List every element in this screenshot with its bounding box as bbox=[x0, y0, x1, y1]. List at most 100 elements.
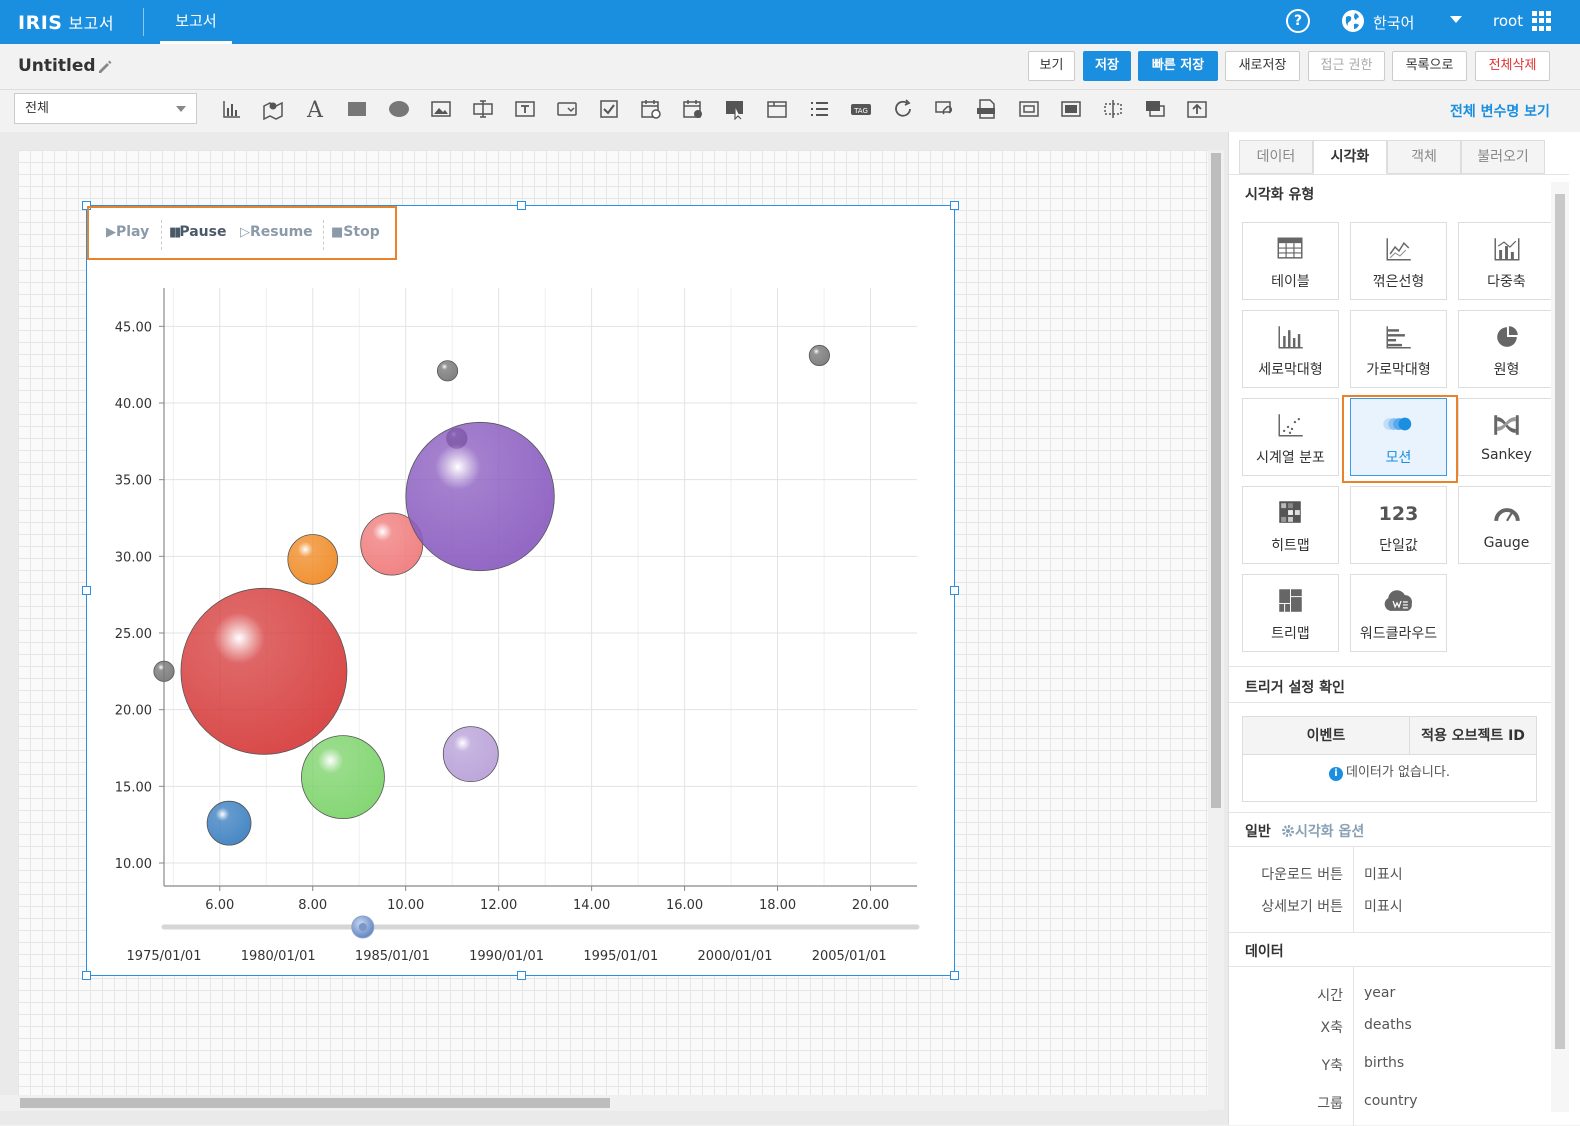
tab-report[interactable]: 보고서 bbox=[160, 0, 232, 44]
download-button-value[interactable]: 미표시 bbox=[1364, 864, 1403, 884]
viz-type-word-cloud[interactable]: 워드클라우드 bbox=[1350, 574, 1447, 652]
detail-view-button-label: 상세보기 버튼 bbox=[1261, 899, 1343, 915]
viz-type-heatmap[interactable]: 히트맵 bbox=[1242, 486, 1339, 564]
url-link-icon[interactable] bbox=[932, 98, 958, 124]
viz-type-column[interactable]: 세로막대형 bbox=[1242, 310, 1339, 388]
back-to-list-button[interactable]: 목록으로 bbox=[1392, 51, 1467, 81]
timeline-label: 1990/01/01 bbox=[469, 949, 544, 964]
apps-grid-icon[interactable] bbox=[1532, 11, 1552, 31]
topbar-divider bbox=[143, 8, 144, 36]
y-axis-field-value[interactable]: births bbox=[1364, 1055, 1404, 1071]
scrollbar-thumb[interactable] bbox=[1555, 194, 1565, 1049]
viz-type-bar[interactable]: 가로막대형 bbox=[1350, 310, 1447, 388]
viz-type-table[interactable]: 테이블 bbox=[1242, 222, 1339, 300]
x-axis-field-value[interactable]: deaths bbox=[1364, 1017, 1412, 1033]
dropdown-icon[interactable] bbox=[554, 98, 580, 124]
viz-type-pie[interactable]: 원형 bbox=[1458, 310, 1555, 388]
line-chart-icon bbox=[1386, 238, 1411, 261]
x-tick-label: 8.00 bbox=[298, 898, 327, 913]
viz-type-single-value[interactable]: 123 단일값 bbox=[1350, 486, 1447, 564]
tab-visualization[interactable]: 시각화 bbox=[1313, 140, 1387, 174]
viz-type-line[interactable]: 꺾은선형 bbox=[1350, 222, 1447, 300]
viz-type-multi-axis[interactable]: 다중축 bbox=[1458, 222, 1555, 300]
viz-type-sankey[interactable]: Sankey bbox=[1458, 398, 1555, 476]
x-tick-label: 10.00 bbox=[387, 898, 424, 913]
text-icon[interactable]: A bbox=[302, 98, 328, 124]
selection-highlight bbox=[1342, 395, 1458, 483]
viz-type-time-series-scatter[interactable]: 시계열 분포 bbox=[1242, 398, 1339, 476]
report-canvas[interactable]: ▶Play ▮▮Pause ▷Resume ■Stop 6.00 8.00 10.0… bbox=[18, 150, 1208, 1100]
time-field-value[interactable]: year bbox=[1364, 985, 1395, 1001]
info-icon: i bbox=[1329, 767, 1344, 781]
edit-pencil-icon[interactable] bbox=[97, 59, 113, 75]
split-panel-icon[interactable] bbox=[1100, 98, 1126, 124]
popup-icon[interactable] bbox=[1142, 98, 1168, 124]
timeline-label: 1980/01/01 bbox=[241, 949, 316, 964]
divider bbox=[1229, 966, 1569, 967]
access-permission-button[interactable]: 접근 권한 bbox=[1308, 51, 1385, 81]
data-bubble bbox=[436, 360, 459, 382]
canvas-vertical-scrollbar[interactable] bbox=[1208, 150, 1224, 1110]
view-button[interactable]: 보기 bbox=[1028, 51, 1075, 81]
tab-load[interactable]: 불러오기 bbox=[1461, 140, 1545, 174]
language-selector[interactable]: 한국어 bbox=[1373, 12, 1414, 33]
timeline-label: 2000/01/01 bbox=[698, 949, 773, 964]
chevron-down-icon[interactable] bbox=[1450, 16, 1462, 23]
click-area-icon[interactable] bbox=[722, 98, 748, 124]
app-logo[interactable]: IRIS 보고서 bbox=[18, 10, 114, 34]
scrollbar-thumb[interactable] bbox=[20, 1098, 610, 1108]
panel-vertical-scrollbar[interactable] bbox=[1551, 182, 1569, 1112]
help-icon[interactable]: ? bbox=[1286, 9, 1310, 33]
date-picker-icon[interactable] bbox=[638, 98, 664, 124]
y-tick-label: 35.00 bbox=[115, 474, 152, 489]
timeline-label: 1975/01/01 bbox=[127, 949, 202, 964]
delete-all-button[interactable]: 전체삭제 bbox=[1475, 51, 1550, 81]
viz-type-gauge[interactable]: Gauge bbox=[1458, 486, 1555, 564]
html-icon[interactable] bbox=[974, 98, 1000, 124]
save-button[interactable]: 저장 bbox=[1083, 51, 1131, 81]
tab-panel-icon[interactable] bbox=[764, 98, 790, 124]
container-icon[interactable] bbox=[1058, 98, 1084, 124]
timeline-slider-handle-center bbox=[358, 923, 367, 931]
ellipse-icon[interactable] bbox=[386, 98, 412, 124]
image-icon[interactable] bbox=[428, 98, 454, 124]
timeline-label: 1995/01/01 bbox=[583, 949, 658, 964]
scrollbar-thumb[interactable] bbox=[1211, 153, 1221, 808]
user-menu[interactable]: root bbox=[1493, 12, 1523, 30]
data-bubble bbox=[405, 421, 555, 572]
divider bbox=[1353, 966, 1354, 1126]
canvas-horizontal-scrollbar[interactable] bbox=[0, 1095, 1208, 1111]
textbox-icon[interactable] bbox=[512, 98, 538, 124]
show-all-variables-link[interactable]: 전체 변수명 보기 bbox=[1450, 101, 1550, 121]
y-tick-label: 25.00 bbox=[115, 627, 152, 642]
viz-options-link[interactable]: 시각화 옵션 bbox=[1281, 821, 1364, 841]
tag-icon[interactable]: TAG bbox=[848, 98, 874, 124]
object-filter-select[interactable]: 전체 bbox=[14, 93, 197, 124]
x-tick-label: 18.00 bbox=[759, 898, 796, 913]
group-field-value[interactable]: country bbox=[1364, 1093, 1418, 1109]
data-bubble bbox=[301, 735, 385, 820]
motion-chart-widget[interactable]: ▶Play ▮▮Pause ▷Resume ■Stop 6.00 8.00 10.0… bbox=[82, 201, 959, 980]
tab-data[interactable]: 데이터 bbox=[1239, 140, 1313, 174]
checkbox-icon[interactable] bbox=[596, 98, 622, 124]
download-button-label: 다운로드 버튼 bbox=[1261, 867, 1343, 883]
x-tick-label: 14.00 bbox=[573, 898, 610, 913]
input-field-icon[interactable] bbox=[470, 98, 496, 124]
globe-icon[interactable] bbox=[1341, 9, 1365, 33]
svg-text:TAG: TAG bbox=[853, 107, 868, 115]
refresh-icon[interactable] bbox=[890, 98, 916, 124]
upload-icon[interactable] bbox=[1184, 98, 1210, 124]
detail-view-button-value[interactable]: 미표시 bbox=[1364, 896, 1403, 916]
y-tick-label: 30.00 bbox=[115, 550, 152, 565]
single-value-icon: 123 bbox=[1378, 503, 1419, 525]
quick-save-button[interactable]: 빠른 저장 bbox=[1138, 51, 1218, 81]
save-as-button[interactable]: 새로저장 bbox=[1225, 51, 1300, 81]
date-settings-icon[interactable] bbox=[680, 98, 706, 124]
rectangle-icon[interactable] bbox=[344, 98, 370, 124]
chart-icon[interactable] bbox=[219, 98, 245, 124]
list-icon[interactable] bbox=[806, 98, 832, 124]
viz-type-treemap[interactable]: 트리맵 bbox=[1242, 574, 1339, 652]
map-icon[interactable] bbox=[260, 98, 286, 124]
tab-object[interactable]: 객체 bbox=[1387, 140, 1461, 174]
frame-icon[interactable] bbox=[1016, 98, 1042, 124]
